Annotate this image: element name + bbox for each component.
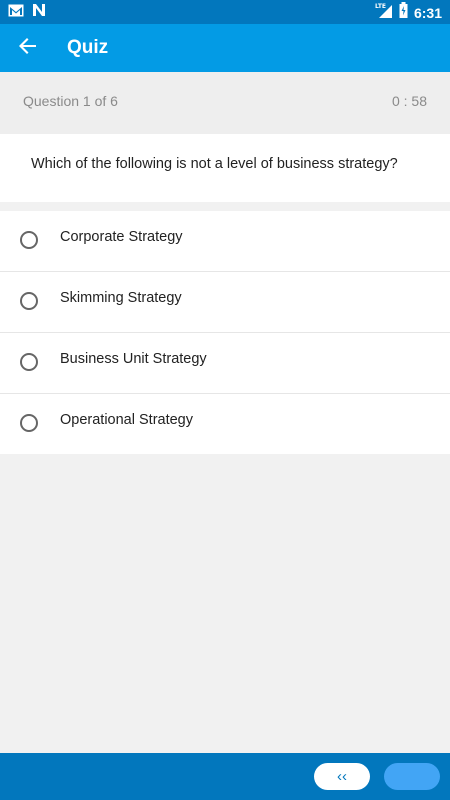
gmail-icon	[8, 4, 24, 22]
option-business-unit-strategy[interactable]: Business Unit Strategy	[0, 333, 450, 394]
option-label: Skimming Strategy	[60, 290, 182, 306]
option-label: Business Unit Strategy	[60, 351, 207, 367]
previous-button[interactable]: ‹‹	[314, 763, 370, 790]
question-text: Which of the following is not a level of…	[31, 156, 398, 172]
option-corporate-strategy[interactable]: Corporate Strategy	[0, 211, 450, 272]
arrow-left-icon	[19, 37, 37, 60]
page-title: Quiz	[67, 37, 109, 58]
bottom-bar: ‹‹	[0, 753, 450, 800]
option-label: Corporate Strategy	[60, 229, 183, 245]
double-chevron-left-icon: ‹‹	[337, 768, 347, 785]
lte-label: LTE	[375, 3, 386, 10]
option-operational-strategy[interactable]: Operational Strategy	[0, 394, 450, 454]
back-button[interactable]	[10, 30, 46, 66]
app-bar: Quiz	[0, 24, 450, 72]
option-skimming-strategy[interactable]: Skimming Strategy	[0, 272, 450, 333]
radio-button[interactable]	[20, 292, 38, 310]
question-counter: Question 1 of 6	[23, 93, 118, 109]
next-button[interactable]	[384, 763, 440, 790]
n-notification-icon	[32, 3, 46, 22]
radio-button[interactable]	[20, 353, 38, 371]
question-card: Which of the following is not a level of…	[0, 134, 450, 202]
radio-button[interactable]	[20, 231, 38, 249]
status-time: 6:31	[413, 4, 442, 21]
quiz-timer: 0 : 58	[391, 93, 427, 109]
options-list: Corporate Strategy Skimming Strategy Bus…	[0, 211, 450, 454]
battery-icon	[399, 2, 408, 23]
signal-icon: LTE	[375, 2, 393, 23]
option-label: Operational Strategy	[60, 412, 193, 428]
radio-button[interactable]	[20, 414, 38, 432]
question-info-bar: Question 1 of 6 0 : 58	[0, 72, 450, 134]
status-bar: LTE 6:31	[0, 0, 450, 24]
